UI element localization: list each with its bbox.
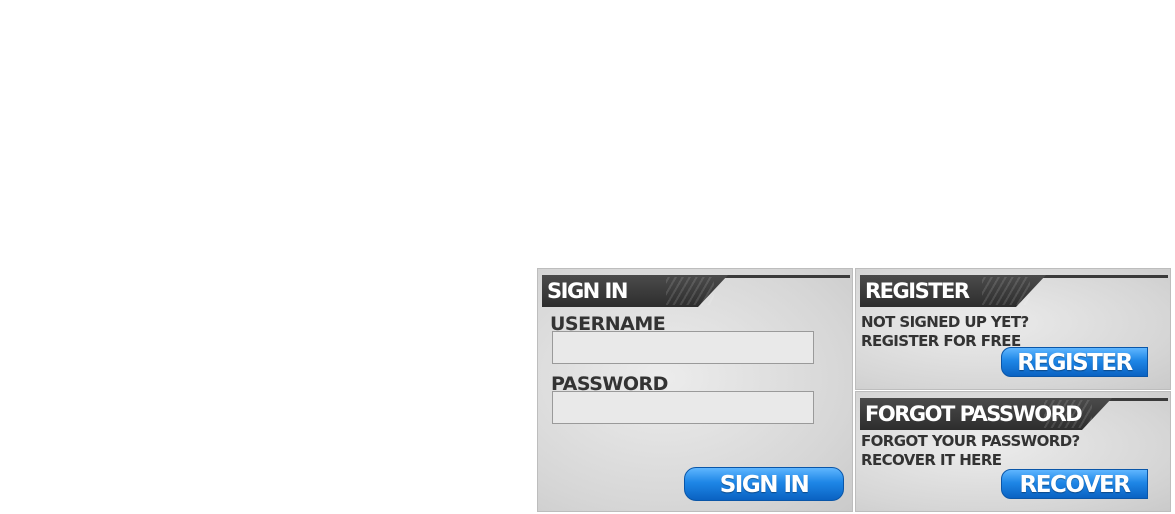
forgot-password-panel: FORGOT PASSWORD FORGOT YOUR PASSWORD? RE… <box>855 391 1171 512</box>
register-message: NOT SIGNED UP YET? REGISTER FOR FREE <box>861 313 1029 351</box>
username-input[interactable] <box>552 331 814 364</box>
sign-in-panel: SIGN IN USERNAME PASSWORD SIGN IN <box>537 268 853 512</box>
sign-in-button[interactable]: SIGN IN <box>684 467 844 501</box>
forgot-message: FORGOT YOUR PASSWORD? RECOVER IT HERE <box>861 432 1080 470</box>
title-stripes <box>666 277 714 305</box>
recover-button[interactable]: RECOVER <box>1001 469 1148 499</box>
forgot-line2: RECOVER IT HERE <box>861 451 1002 469</box>
forgot-line1: FORGOT YOUR PASSWORD? <box>861 432 1080 450</box>
register-panel: REGISTER NOT SIGNED UP YET? REGISTER FOR… <box>855 268 1171 390</box>
register-line2: REGISTER FOR FREE <box>861 332 1021 350</box>
register-button[interactable]: REGISTER <box>1001 347 1148 377</box>
title-stripes <box>982 277 1030 305</box>
title-stripes <box>1044 400 1092 428</box>
register-line1: NOT SIGNED UP YET? <box>861 313 1029 331</box>
password-input[interactable] <box>552 391 814 424</box>
